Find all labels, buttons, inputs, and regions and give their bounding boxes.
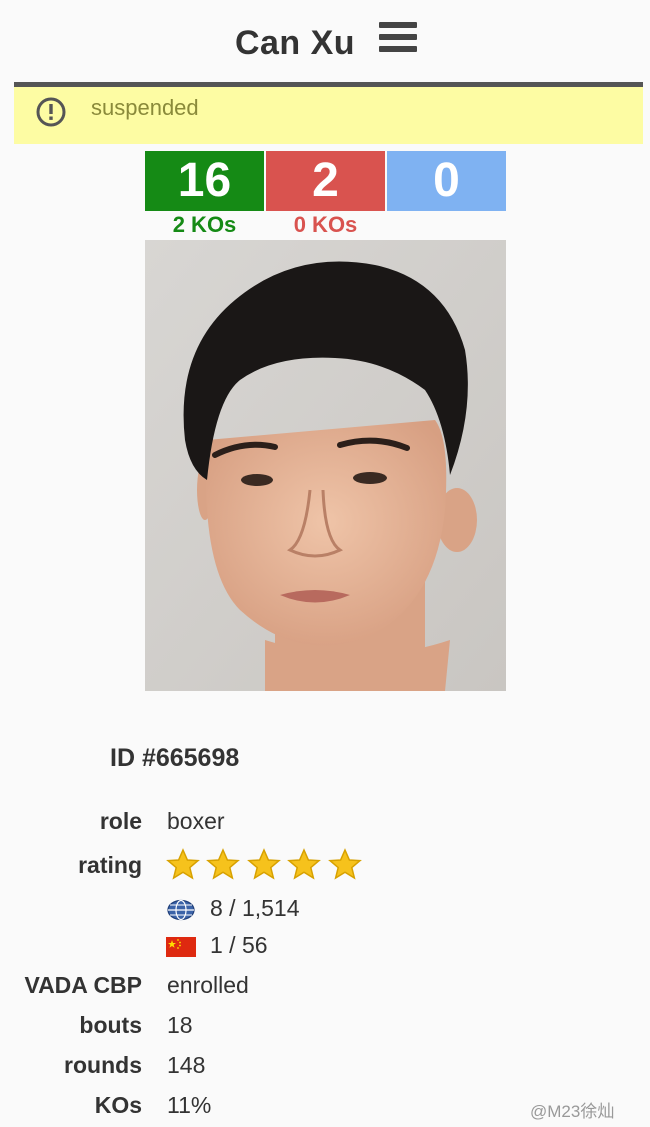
star-icon [206,848,241,880]
role-value: boxer [167,808,225,834]
role-label: role [99,808,142,834]
world-rank: 8 / 1,514 [166,895,300,922]
status-alert: suspended [14,87,643,144]
draws-box: 0 [387,151,506,211]
boxer-photo [145,240,506,691]
alert-status-text: suspended [91,95,199,120]
watermark: @M23徐灿 [530,1102,615,1121]
national-rank: 1 / 56 [166,932,268,959]
rating-label: rating [78,852,142,878]
star-icon [166,848,200,880]
star-icon [287,848,322,880]
win-kos: 2 KOs [172,212,237,237]
star-icon [327,848,362,880]
national-rank-value: 1 / 56 [210,932,268,958]
boxer-name: Can Xu [234,24,356,62]
china-flag-icon [166,936,196,957]
alert-circle-icon [36,97,66,127]
losses-box: 2 [266,151,385,211]
world-rank-value: 8 / 1,514 [210,895,300,921]
bouts-value: 18 [167,1012,193,1038]
rounds-value: 148 [167,1052,206,1078]
record-bar: 16 2 0 [145,151,506,211]
kos-value: 11% [167,1092,212,1118]
boxer-id: ID #665698 [110,744,240,772]
loss-kos: 0 KOs [293,212,358,237]
page-title: Can Xu [0,24,650,63]
hamburger-menu-icon[interactable] [379,22,417,56]
rounds-label: rounds [64,1052,142,1078]
page-header: Can Xu [0,0,650,84]
vada-label: VADA CBP [24,972,142,998]
star-icon [246,848,281,880]
wins-box: 16 [145,151,264,211]
kos-label: KOs [94,1092,142,1118]
vada-value: enrolled [167,972,249,998]
rating-stars [166,848,364,884]
bouts-label: bouts [79,1012,142,1038]
globe-icon [167,899,195,921]
